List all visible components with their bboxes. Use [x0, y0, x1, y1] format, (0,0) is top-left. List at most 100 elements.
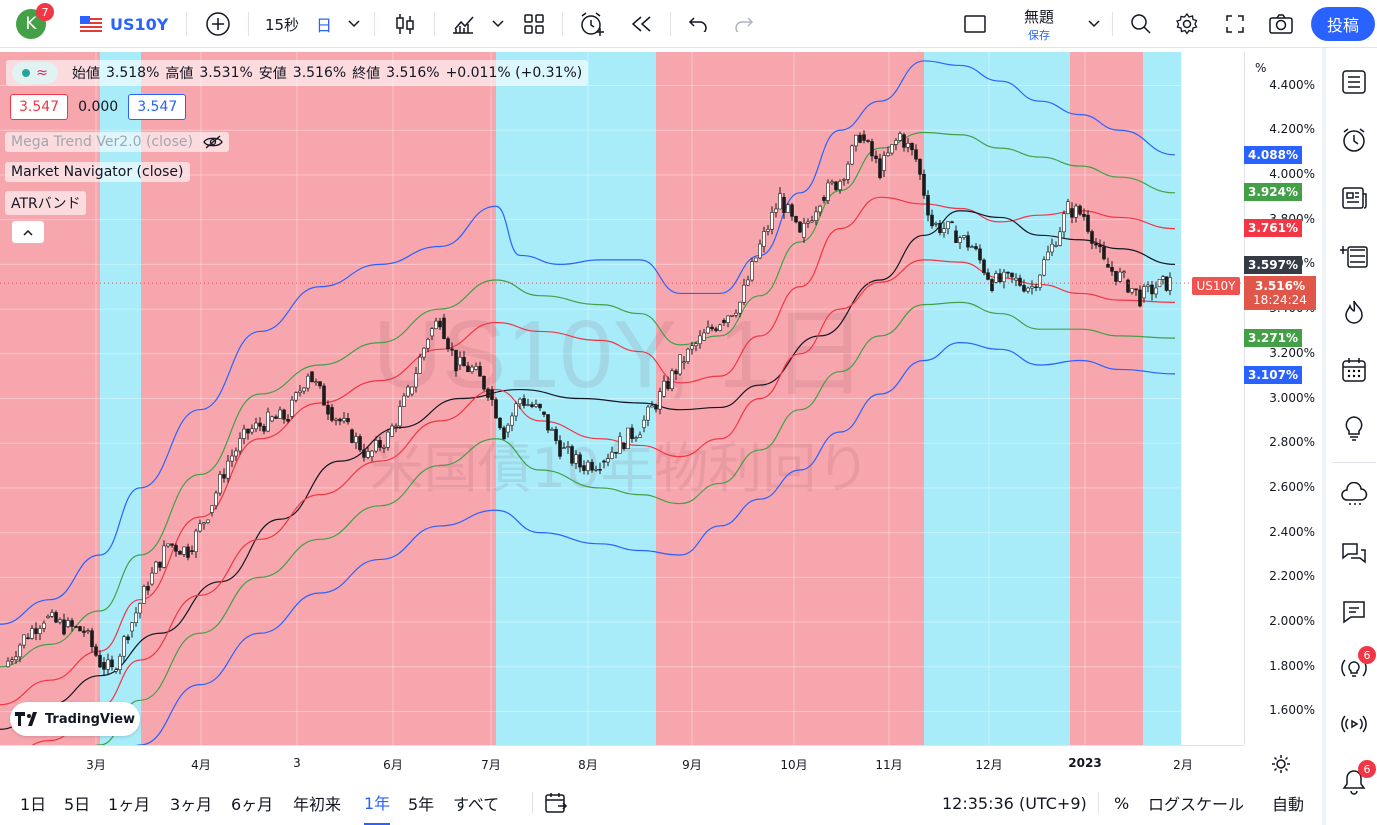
candle-body: [766, 229, 770, 232]
screener-button[interactable]: [1334, 236, 1374, 276]
range-button[interactable]: 1ヶ月: [108, 781, 150, 825]
calendar-button[interactable]: [1334, 350, 1374, 390]
candle-body: [482, 375, 486, 390]
replay-button[interactable]: [626, 0, 656, 48]
interval-day-button[interactable]: 日: [312, 0, 336, 48]
candle-body: [522, 398, 526, 406]
layout-grid-button[interactable]: [520, 0, 548, 48]
range-button[interactable]: 5年: [408, 781, 434, 825]
redo-button[interactable]: [730, 0, 758, 48]
goto-date-button[interactable]: [544, 781, 568, 825]
price-chart[interactable]: US10Y, 1日 米国債10年物利回り: [0, 52, 1244, 745]
indicator-legend-market-navigator[interactable]: Market Navigator (close): [5, 162, 190, 182]
streams-button[interactable]: [1334, 704, 1374, 744]
chart-type-button[interactable]: [390, 0, 420, 48]
candle-body: [674, 370, 678, 375]
eye-off-icon[interactable]: [203, 135, 223, 149]
sell-price-button[interactable]: 3.547: [10, 94, 69, 120]
collapse-legend-button[interactable]: [12, 221, 44, 243]
candle-body: [350, 429, 354, 443]
candle-body: [570, 446, 574, 464]
range-button[interactable]: 1日: [20, 781, 46, 825]
search-button[interactable]: [1126, 0, 1156, 48]
range-button[interactable]: 3ヶ月: [170, 781, 212, 825]
fullscreen-button[interactable]: [1220, 0, 1250, 48]
candle-body: [978, 248, 982, 261]
candle-body: [362, 449, 366, 458]
candle-body: [94, 646, 98, 656]
candle-body: [262, 426, 266, 432]
candle-body: [922, 174, 926, 196]
interval-dropdown[interactable]: [344, 0, 364, 48]
range-button[interactable]: 5日: [64, 781, 90, 825]
auto-scale-button[interactable]: 自動: [1272, 781, 1304, 825]
settings-button[interactable]: [1172, 0, 1202, 48]
indicator-legend-atr-band[interactable]: ATRバンド: [5, 191, 87, 215]
candle-body: [626, 427, 630, 449]
percent-scale-button[interactable]: %: [1114, 781, 1129, 825]
candle-body: [1010, 272, 1014, 278]
buy-price-button[interactable]: 3.547: [128, 94, 187, 120]
candle-body: [398, 406, 402, 427]
log-scale-button[interactable]: ログスケール: [1148, 781, 1244, 825]
candle-body: [290, 399, 294, 417]
candle-body: [50, 612, 54, 617]
chart-pane[interactable]: US10Y, 1日 米国債10年物利回り ≈ 始値 3.518% 高値 3.531%…: [0, 52, 1320, 745]
chats-button[interactable]: [1334, 476, 1374, 516]
candle-body: [566, 446, 570, 448]
candle-body: [1114, 271, 1118, 282]
undo-button[interactable]: [684, 0, 712, 48]
candle-body: [874, 155, 878, 159]
indicator-legend-mega-trend[interactable]: Mega Trend Ver2.0 (close): [5, 132, 229, 152]
range-button[interactable]: 6ヶ月: [231, 781, 273, 825]
timezone-button[interactable]: 12:35:36 (UTC+9): [942, 781, 1087, 825]
candle-body: [750, 261, 754, 281]
candle-body: [38, 628, 42, 634]
layout-dropdown[interactable]: [1084, 0, 1104, 48]
range-button[interactable]: すべて: [453, 781, 499, 825]
plus-circle-icon: [206, 12, 230, 36]
indicators-button[interactable]: [448, 0, 478, 48]
candle-body: [62, 619, 66, 635]
alert-button[interactable]: [576, 0, 608, 48]
private-chats-button[interactable]: [1334, 592, 1374, 632]
candle-body: [274, 416, 278, 419]
indicators-dropdown[interactable]: [488, 0, 508, 48]
market-status-indicator[interactable]: ≈: [12, 62, 58, 84]
candle-body: [582, 465, 586, 471]
symbol-price-tag: US10Y: [1192, 277, 1240, 295]
candle-body: [18, 644, 22, 658]
post-button[interactable]: 投稿: [1311, 7, 1375, 41]
candle-body: [294, 392, 298, 401]
ideas-button[interactable]: [1334, 408, 1374, 448]
candle-body: [1070, 208, 1074, 218]
chevron-down-icon: [348, 20, 360, 28]
alerts-panel-button[interactable]: [1334, 120, 1374, 160]
range-button[interactable]: 年初来: [293, 781, 341, 825]
price-tick-label: 2.800%: [1269, 435, 1315, 450]
watchlist-button[interactable]: [1334, 62, 1374, 102]
hotlists-button[interactable]: [1334, 292, 1374, 332]
snapshot-button[interactable]: [1266, 0, 1296, 48]
public-chats-button[interactable]: [1334, 534, 1374, 574]
interval-15s-button[interactable]: 15秒: [262, 0, 302, 48]
chart-settings-button[interactable]: [1266, 751, 1296, 777]
compare-add-button[interactable]: [202, 0, 234, 48]
candle-body: [942, 228, 946, 233]
time-axis[interactable]: 3月 4月 3 6月 7月 8月 9月 10月 11月 12月 2023 2月: [0, 745, 1244, 782]
divider: [532, 792, 533, 814]
candle-body: [470, 366, 474, 373]
candle-body: [258, 422, 262, 427]
candle-body: [1054, 245, 1058, 247]
candle-body: [1118, 271, 1122, 282]
time-tick-label: 12月: [975, 758, 1003, 772]
right-sidebar: 6 6: [1322, 48, 1377, 825]
layout-name-button[interactable]: 無題 保存: [1008, 0, 1070, 48]
news-button[interactable]: [1334, 178, 1374, 218]
range-button[interactable]: 1年: [364, 781, 391, 825]
fullscreen-layout-button[interactable]: [960, 0, 990, 48]
symbol-search-button[interactable]: US10Y: [80, 0, 172, 48]
candle-body: [782, 197, 786, 213]
candle-body: [438, 320, 442, 328]
tradingview-logo[interactable]: TradingView: [10, 702, 140, 736]
